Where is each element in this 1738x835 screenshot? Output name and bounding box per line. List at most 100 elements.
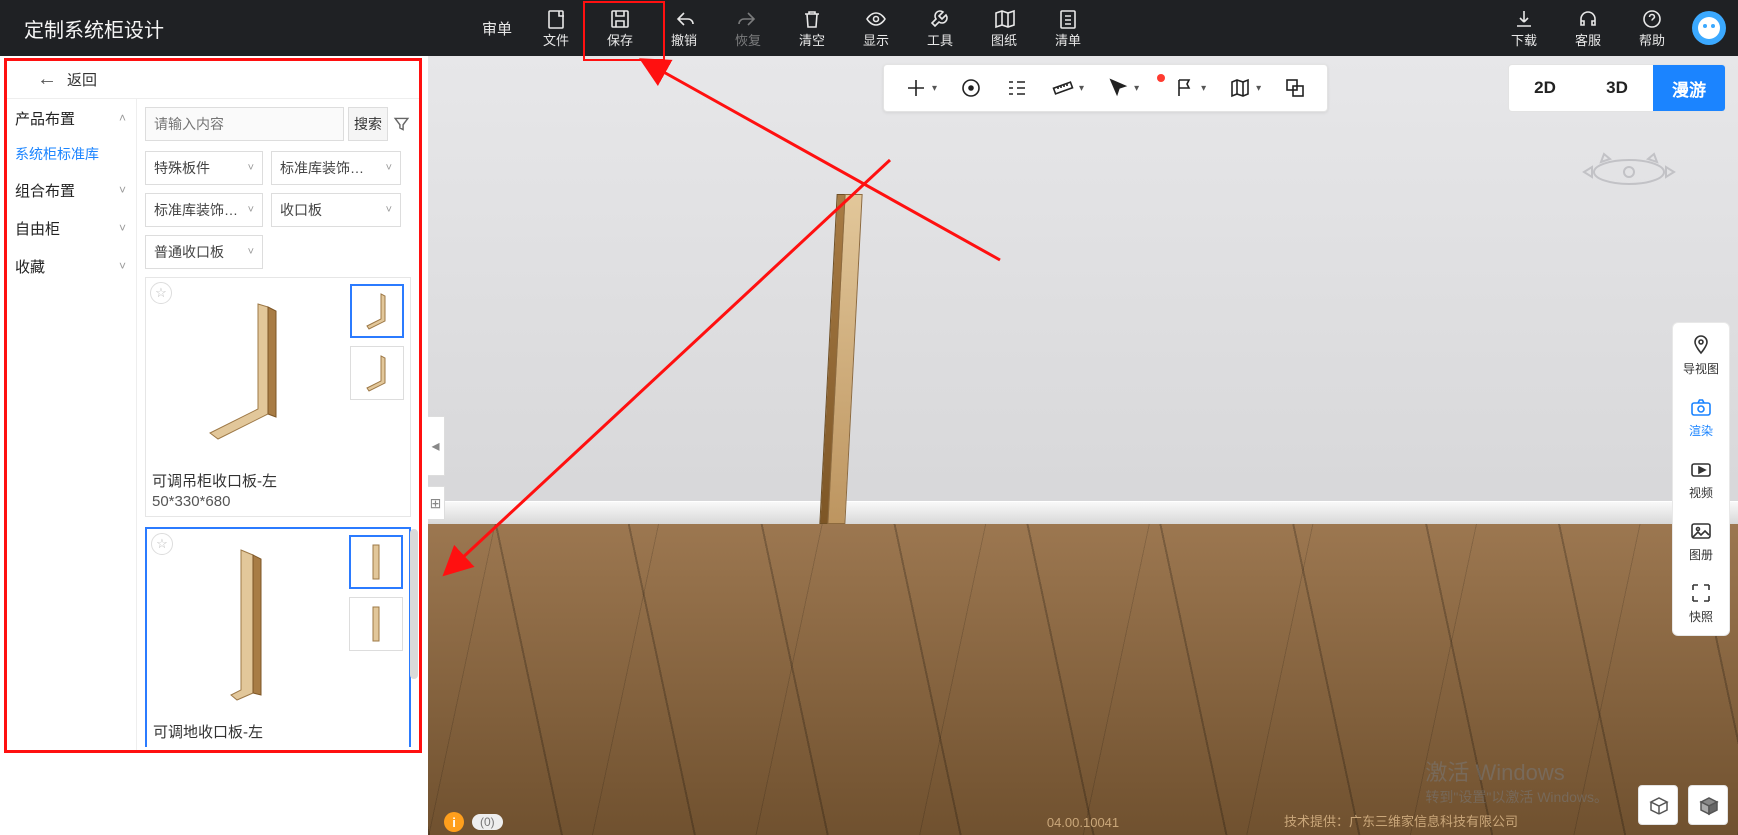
chevron-down-icon: ˅ bbox=[119, 221, 126, 235]
catalog-list: ☆ 可调吊柜收口板-左 50*330*680 ☆ bbox=[145, 277, 411, 747]
card-thumb[interactable] bbox=[350, 284, 404, 338]
nav-combo-layout[interactable]: 组合布置˅ bbox=[7, 171, 136, 209]
layers-icon bbox=[1283, 76, 1307, 100]
view-2d-tab[interactable]: 2D bbox=[1509, 65, 1581, 111]
layers-tool[interactable] bbox=[1283, 76, 1307, 100]
back-label: 返回 bbox=[67, 69, 97, 90]
cube-solid-button[interactable] bbox=[1688, 785, 1728, 825]
save-button[interactable]: 保存 bbox=[588, 0, 652, 56]
video-icon bbox=[1689, 457, 1713, 481]
chevron-up-icon: ˄ bbox=[119, 111, 126, 125]
clear-button[interactable]: 清空 bbox=[780, 0, 844, 56]
focus-icon bbox=[1689, 581, 1713, 605]
redo-icon bbox=[737, 8, 759, 30]
filter-icon[interactable] bbox=[392, 113, 411, 135]
file-icon bbox=[545, 8, 567, 30]
pin-icon bbox=[1689, 333, 1713, 357]
bom-button[interactable]: 清单 bbox=[1036, 0, 1100, 56]
plus-icon bbox=[904, 76, 928, 100]
search-input[interactable] bbox=[145, 107, 344, 141]
trash-icon bbox=[801, 8, 823, 30]
scene-baseboard bbox=[428, 501, 1738, 525]
chevron-down-icon: ˅ bbox=[119, 183, 126, 197]
steering-icon bbox=[959, 76, 983, 100]
left-panel: ← 返回 产品布置˄ 系统柜标准库 组合布置˅ 自由柜˅ 收藏˅ 搜索 特殊板件… bbox=[4, 58, 422, 753]
nav-free-cabinet[interactable]: 自由柜˅ bbox=[7, 209, 136, 247]
back-row[interactable]: ← 返回 bbox=[7, 61, 419, 99]
tools-button[interactable]: 工具 bbox=[908, 0, 972, 56]
info-pill[interactable]: i (0) bbox=[444, 812, 503, 832]
eye-icon bbox=[865, 8, 887, 30]
card-thumb[interactable] bbox=[349, 535, 403, 589]
redo-button[interactable]: 恢复 bbox=[716, 0, 780, 56]
card-thumb[interactable] bbox=[350, 346, 404, 400]
nav-product-layout[interactable]: 产品布置˄ bbox=[7, 99, 136, 137]
material-tool[interactable]: ▾ bbox=[1228, 76, 1261, 100]
status-bar: i (0) 04.00.10041 技术提供：广东三维家信息科技有限公司 bbox=[428, 805, 1738, 835]
align-tool[interactable] bbox=[1005, 76, 1029, 100]
viewport-3d[interactable]: ◂ ⊞ ▾ ▾ ▾ ▾ ▾ 2D 3D 漫游 导视图 渲染 视频 图册 快照 i… bbox=[428, 56, 1738, 835]
viewport-toolbar: ▾ ▾ ▾ ▾ ▾ bbox=[883, 64, 1328, 112]
headset-icon bbox=[1577, 8, 1599, 30]
help-button[interactable]: 帮助 bbox=[1620, 0, 1684, 56]
download-button[interactable]: 下载 bbox=[1492, 0, 1556, 56]
drawings-button[interactable]: 图纸 bbox=[972, 0, 1036, 56]
dock-snapshot[interactable]: 快照 bbox=[1689, 581, 1713, 625]
card-title: 可调吊柜收口板-左 bbox=[152, 470, 404, 491]
card-preview bbox=[153, 535, 343, 715]
filter-closure-panel[interactable]: 收口板˅ bbox=[271, 193, 401, 227]
cube-wire-button[interactable] bbox=[1638, 785, 1678, 825]
align-icon bbox=[1005, 76, 1029, 100]
search-button[interactable]: 搜索 bbox=[348, 107, 388, 141]
dock-render[interactable]: 渲染 bbox=[1689, 395, 1713, 439]
notification-dot-icon bbox=[1157, 74, 1165, 82]
measure-tool[interactable]: ▾ bbox=[1051, 76, 1084, 100]
catalog-card[interactable]: ☆ 可调地收口板-左 50*550*680 bbox=[145, 527, 411, 747]
map-icon bbox=[993, 8, 1015, 30]
windows-activation-watermark: 激活 Windows 转到"设置"以激活 Windows。 bbox=[1425, 755, 1608, 807]
panel-collapse-handle[interactable]: ◂ bbox=[428, 416, 445, 476]
undo-button[interactable]: 撤销 bbox=[652, 0, 716, 56]
cursor-icon bbox=[1106, 76, 1130, 100]
scene-wall bbox=[428, 56, 1738, 516]
info-count: (0) bbox=[472, 814, 503, 830]
flag-tool[interactable]: ▾ bbox=[1161, 76, 1206, 100]
dock-navmap[interactable]: 导视图 bbox=[1683, 333, 1719, 377]
cube-wire-icon bbox=[1647, 794, 1669, 816]
card-thumb[interactable] bbox=[349, 597, 403, 651]
save-icon bbox=[609, 8, 631, 30]
camera-icon bbox=[1689, 395, 1713, 419]
card-preview bbox=[152, 284, 344, 464]
display-button[interactable]: 显示 bbox=[844, 0, 908, 56]
wrench-icon bbox=[929, 8, 951, 30]
dock-gallery[interactable]: 图册 bbox=[1689, 519, 1713, 563]
version-label: 04.00.10041 bbox=[1047, 815, 1119, 830]
user-avatar[interactable] bbox=[1692, 11, 1726, 45]
filter-special-panel[interactable]: 特殊板件˅ bbox=[145, 151, 263, 185]
add-tool[interactable]: ▾ bbox=[904, 76, 937, 100]
ruler-icon bbox=[1051, 76, 1075, 100]
select-tool[interactable]: ▾ bbox=[1106, 76, 1139, 100]
filter-normal-closure[interactable]: 普通收口板˅ bbox=[145, 235, 263, 269]
steering-tool[interactable] bbox=[959, 76, 983, 100]
top-menu: 审单 文件 保存 撤销 恢复 清空 显示 工具 图纸 清单 bbox=[470, 0, 1100, 56]
orbit-gizmo[interactable] bbox=[1574, 142, 1684, 202]
catalog-card[interactable]: ☆ 可调吊柜收口板-左 50*330*680 bbox=[145, 277, 411, 517]
dock-video[interactable]: 视频 bbox=[1689, 457, 1713, 501]
nav-std-library[interactable]: 系统柜标准库 bbox=[7, 137, 136, 171]
image-icon bbox=[1689, 519, 1713, 543]
card-title: 可调地收口板-左 bbox=[153, 721, 403, 742]
back-arrow-icon: ← bbox=[37, 68, 57, 91]
undo-icon bbox=[673, 8, 695, 30]
filter-std-deco-2[interactable]: 标准库装饰…˅ bbox=[145, 193, 263, 227]
grid-toggle-handle[interactable]: ⊞ bbox=[428, 486, 445, 520]
catalog-scrollbar[interactable] bbox=[410, 529, 418, 679]
support-button[interactable]: 客服 bbox=[1556, 0, 1620, 56]
app-title: 定制系统柜设计 bbox=[0, 14, 164, 43]
file-button[interactable]: 文件 bbox=[524, 0, 588, 56]
view-roam-tab[interactable]: 漫游 bbox=[1653, 65, 1725, 111]
filter-std-deco-1[interactable]: 标准库装饰…˅ bbox=[271, 151, 401, 185]
view-3d-tab[interactable]: 3D bbox=[1581, 65, 1653, 111]
audit-button[interactable]: 审单 bbox=[470, 0, 524, 56]
nav-favorites[interactable]: 收藏˅ bbox=[7, 247, 136, 285]
